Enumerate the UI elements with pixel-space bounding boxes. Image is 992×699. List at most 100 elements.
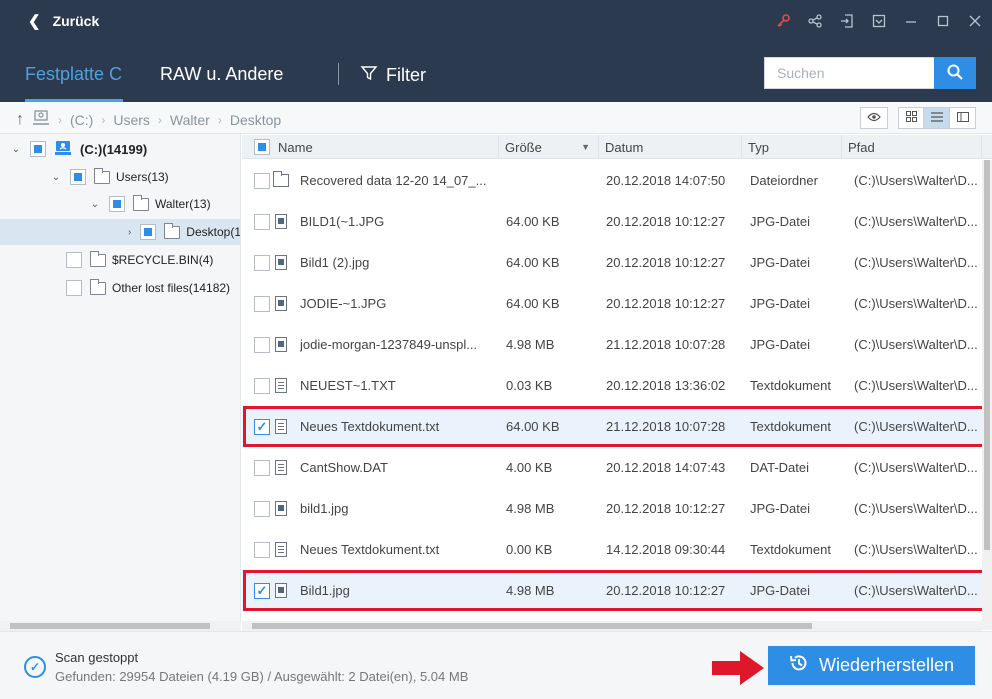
download-icon[interactable] — [870, 12, 888, 30]
tab-raw-andere[interactable]: RAW u. Andere — [160, 64, 283, 85]
preview-button[interactable] — [860, 107, 888, 129]
scrollbar-thumb[interactable] — [252, 623, 812, 629]
column-type-label: Typ — [748, 139, 769, 155]
column-path[interactable]: Pfad — [842, 135, 982, 159]
row-checkbox[interactable] — [254, 582, 270, 599]
tree-node-users[interactable]: ⌄ Users(13) — [50, 164, 240, 190]
row-checkbox[interactable] — [254, 254, 270, 271]
tree-node-recycle-bin[interactable]: $RECYCLE.BIN(4) — [58, 247, 240, 273]
window-controls — [774, 12, 984, 30]
breadcrumb-item-drive[interactable]: (C:) — [70, 112, 93, 128]
row-checkbox[interactable] — [254, 541, 270, 558]
tree-node-root[interactable]: ⌄ (C:)(14199) — [10, 136, 240, 162]
column-size-label: Größe — [505, 139, 542, 155]
chevron-down-icon[interactable]: ⌄ — [10, 144, 22, 155]
row-checkbox[interactable] — [254, 172, 270, 189]
row-checkbox[interactable] — [254, 459, 270, 476]
search-input[interactable] — [764, 57, 934, 89]
row-checkbox[interactable] — [254, 418, 270, 435]
tree-checkbox[interactable] — [140, 224, 157, 240]
file-name: JODIE-~1.JPG — [300, 296, 387, 311]
table-row[interactable]: Neues Textdokument.txt 64.00 KB 21.12.2018… — [242, 406, 982, 447]
tree-label: $RECYCLE.BIN(4) — [112, 253, 214, 267]
file-date: 14.12.2018 09:30:44 — [606, 542, 726, 557]
minimize-icon[interactable] — [902, 12, 920, 30]
breadcrumb-item-desktop[interactable]: Desktop — [230, 112, 281, 128]
close-icon[interactable] — [966, 12, 984, 30]
recover-button[interactable]: Wiederherstellen — [768, 646, 975, 685]
grid-view-button[interactable] — [898, 107, 924, 129]
list-view-button[interactable] — [924, 107, 950, 129]
select-all-checkbox[interactable] — [254, 139, 270, 155]
tree-node-walter[interactable]: ⌄ Walter(13) — [89, 191, 240, 217]
chevron-down-icon[interactable]: ⌄ — [89, 199, 101, 210]
column-type[interactable]: Typ — [742, 135, 842, 159]
back-button[interactable]: ❮ Zurück — [28, 12, 99, 30]
tree-horizontal-scrollbar[interactable] — [0, 621, 241, 631]
file-path: (C:)\Users\Walter\D... — [854, 501, 978, 516]
folder-icon — [164, 222, 181, 239]
share-icon[interactable] — [806, 12, 824, 30]
scrollbar-thumb[interactable] — [10, 623, 210, 629]
table-row[interactable]: Neues Textdokument.txt 0.00 KB 14.12.2018 … — [242, 529, 982, 570]
file-type: JPG-Datei — [750, 255, 810, 270]
filter-button[interactable]: Filter — [360, 64, 426, 87]
image-file-icon — [275, 214, 287, 229]
table-row[interactable]: CantShow.DAT 4.00 KB 20.12.2018 14:07:43 DA… — [242, 447, 982, 488]
table-vertical-scrollbar[interactable] — [982, 160, 992, 630]
search-button[interactable] — [934, 57, 976, 89]
table-row[interactable]: Recovered data 12-20 14_07_... 20.12.2018… — [242, 160, 982, 201]
breadcrumb-item-users[interactable]: Users — [113, 112, 150, 128]
arrow-right-icon — [712, 651, 764, 685]
breadcrumb-item-walter[interactable]: Walter — [170, 112, 210, 128]
tree-node-other-lost-files[interactable]: Other lost files(14182) — [58, 275, 240, 301]
login-icon[interactable] — [838, 12, 856, 30]
table-row[interactable]: JODIE-~1.JPG 64.00 KB 20.12.2018 10:12:27 J… — [242, 283, 982, 324]
folder-icon — [90, 250, 106, 267]
tab-festplatte-c[interactable]: Festplatte C — [25, 64, 122, 85]
chevron-down-icon[interactable]: ⌄ — [50, 172, 62, 183]
image-file-icon — [275, 583, 287, 598]
file-type: JPG-Datei — [750, 337, 810, 352]
file-type: Textdokument — [750, 378, 831, 393]
table-row[interactable]: BILD1(~1.JPG 64.00 KB 20.12.2018 10:12:27 J… — [242, 201, 982, 242]
table-row[interactable]: Bild1 (2).jpg 64.00 KB 20.12.2018 10:12:27… — [242, 242, 982, 283]
table-row[interactable]: jodie-morgan-1237849-unspl... 4.98 MB 21.1… — [242, 324, 982, 365]
file-type: JPG-Datei — [750, 214, 810, 229]
row-checkbox[interactable] — [254, 295, 270, 312]
detail-view-button[interactable] — [950, 107, 976, 129]
file-path: (C:)\Users\Walter\D... — [854, 460, 978, 475]
arrow-up-icon[interactable]: ↑ — [16, 111, 24, 129]
breadcrumb-separator: › — [157, 112, 162, 127]
breadcrumb-separator: › — [101, 112, 106, 127]
table-row[interactable]: Bild1.jpg 4.98 MB 20.12.2018 10:12:27 JPG-D… — [242, 570, 982, 611]
tree-checkbox[interactable] — [66, 252, 82, 268]
file-path: (C:)\Users\Walter\D... — [854, 296, 978, 311]
folder-icon — [133, 194, 149, 211]
file-size: 64.00 KB — [506, 214, 560, 229]
check-circle-icon: ✓ — [24, 656, 46, 678]
scrollbar-thumb[interactable] — [984, 160, 990, 550]
chevron-right-icon[interactable]: › — [127, 227, 132, 238]
table-row[interactable]: NEUEST~1.TXT 0.03 KB 20.12.2018 13:36:02 Te… — [242, 365, 982, 406]
row-checkbox[interactable] — [254, 213, 270, 230]
row-checkbox[interactable] — [254, 377, 270, 394]
key-icon[interactable] — [774, 12, 792, 30]
column-size[interactable]: Größe ▼ — [499, 135, 599, 159]
file-path: (C:)\Users\Walter\D... — [854, 419, 978, 434]
tree-checkbox[interactable] — [70, 169, 86, 185]
tree-node-desktop[interactable]: › Desktop(1 — [0, 219, 240, 245]
table-horizontal-scrollbar[interactable] — [242, 621, 982, 631]
row-checkbox[interactable] — [254, 500, 270, 517]
file-table-header: Name Größe ▼ Datum Typ Pfad — [242, 135, 992, 159]
row-checkbox[interactable] — [254, 336, 270, 353]
tab-divider — [338, 63, 339, 85]
table-row[interactable]: bild1.jpg 4.98 MB 20.12.2018 10:12:27 JPG-D… — [242, 488, 982, 529]
image-file-icon — [275, 255, 287, 270]
maximize-icon[interactable] — [934, 12, 952, 30]
column-name[interactable]: Name — [242, 135, 499, 159]
tree-checkbox[interactable] — [30, 141, 46, 157]
column-date[interactable]: Datum — [599, 135, 742, 159]
tree-checkbox[interactable] — [66, 280, 82, 296]
tree-checkbox[interactable] — [109, 196, 125, 212]
